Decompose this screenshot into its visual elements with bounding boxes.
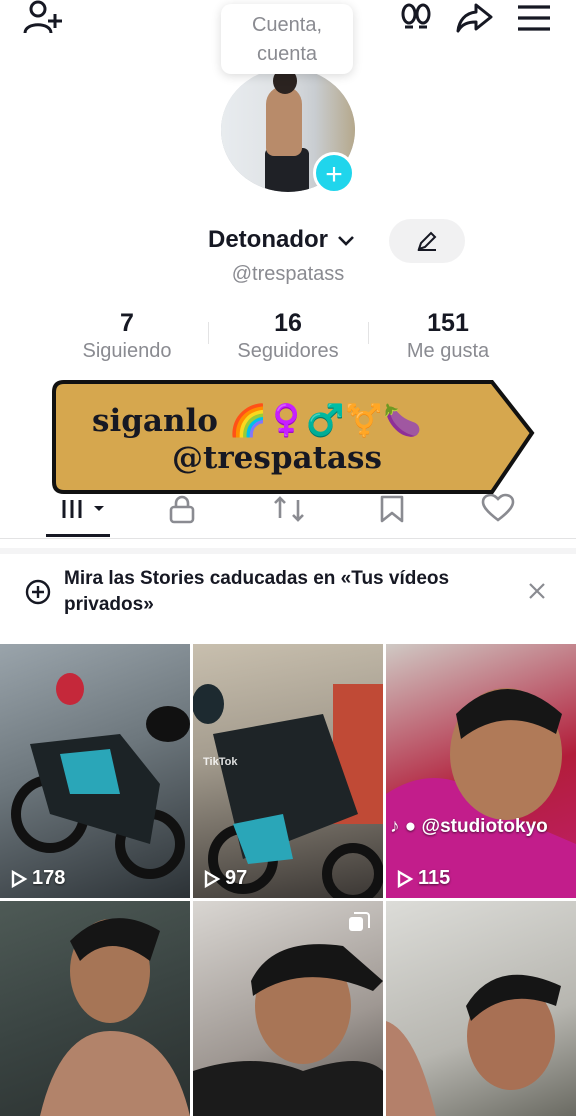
- tooltip-line2: cuenta: [256, 43, 318, 65]
- stat-followers-value: 16: [274, 309, 302, 337]
- video-thumbnail[interactable]: [386, 901, 576, 1116]
- close-icon[interactable]: [527, 581, 547, 601]
- share-icon[interactable]: [456, 2, 494, 34]
- stat-followers[interactable]: 16 Seguidores: [208, 308, 368, 364]
- studio-overlay-text: @studiotokyo: [421, 816, 548, 837]
- banner-line2: @trespatass: [172, 440, 382, 476]
- studio-overlay: ♪ ● @studiotokyo: [390, 816, 548, 838]
- tab-active-indicator: [46, 534, 110, 537]
- tabs-divider: [0, 538, 576, 539]
- username-dropdown[interactable]: Detonador: [208, 226, 355, 254]
- play-icon: [397, 869, 414, 888]
- tiktok-icon: ♪ ●: [390, 816, 422, 837]
- menu-icon[interactable]: [516, 4, 552, 32]
- stat-likes-value: 151: [427, 309, 469, 337]
- video-thumbnail[interactable]: ♪ ● @studiotokyo 115: [386, 644, 576, 898]
- stat-likes[interactable]: 151 Me gusta: [368, 308, 528, 364]
- edit-profile-button[interactable]: [389, 219, 465, 263]
- add-story-icon: [24, 578, 52, 606]
- video-views-count: 97: [225, 867, 248, 889]
- tab-reposts-icon[interactable]: [272, 494, 306, 524]
- tab-videos-grid-icon[interactable]: [60, 496, 110, 522]
- profile-handle: @trespatass: [231, 263, 345, 285]
- username-label: Detonador: [208, 226, 328, 253]
- stat-following-label: Siguiendo: [82, 340, 172, 362]
- video-views-count: 115: [418, 867, 451, 889]
- portrait-image: [386, 688, 576, 898]
- multi-photo-icon: [347, 911, 371, 935]
- add-avatar-button[interactable]: +: [313, 152, 355, 194]
- portrait-image: [40, 918, 190, 1116]
- footprints-icon[interactable]: [398, 2, 434, 34]
- video-views: 115: [396, 867, 450, 890]
- stories-notice-text: Mira las Stories caducadas en «Tus vídeo…: [64, 568, 450, 615]
- stat-likes-label: Me gusta: [406, 340, 490, 362]
- video-views: 178: [10, 867, 65, 890]
- banner-line1: siganlo 🌈♀️♂️⚧️🍆: [92, 403, 422, 439]
- motorcycle-image: [193, 684, 383, 898]
- play-icon: [11, 869, 28, 888]
- video-views-count: 178: [32, 867, 66, 889]
- chevron-down-icon: [337, 235, 354, 246]
- video-views: 97: [203, 867, 247, 890]
- tiktok-watermark: TikTok: [203, 756, 238, 768]
- play-icon: [204, 869, 221, 888]
- video-thumbnail[interactable]: [193, 901, 383, 1116]
- tab-favorites-bookmark-icon[interactable]: [378, 494, 406, 524]
- motorcycle-image: [11, 673, 190, 879]
- tab-private-lock-icon[interactable]: [167, 494, 197, 524]
- tooltip-line1: Cuenta,: [251, 14, 323, 36]
- avatar-figure-torso: [266, 86, 302, 156]
- video-thumbnail[interactable]: [0, 901, 190, 1116]
- stat-following[interactable]: 7 Siguiendo: [47, 308, 207, 364]
- video-thumbnail[interactable]: 178: [0, 644, 190, 898]
- account-tooltip: Cuenta, cuenta: [221, 4, 353, 74]
- video-thumbnail[interactable]: TikTok 97: [193, 644, 383, 898]
- add-friend-icon[interactable]: [22, 0, 62, 36]
- stat-following-value: 7: [120, 309, 134, 337]
- stat-followers-label: Seguidores: [237, 340, 339, 362]
- pencil-icon: [417, 231, 437, 251]
- portrait-image: [386, 974, 561, 1116]
